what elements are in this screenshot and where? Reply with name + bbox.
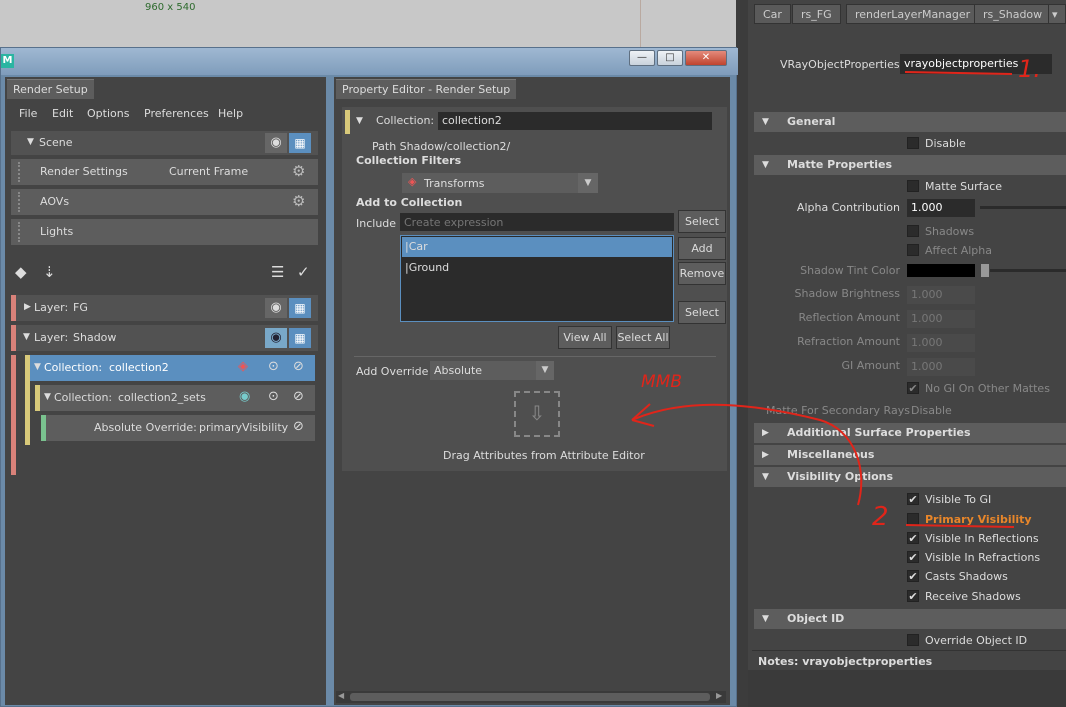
annotation-overlay	[631, 71, 1015, 528]
step-one-annotation: 1.	[1018, 55, 1041, 83]
underline-annotation	[904, 71, 1013, 75]
underline-annotation	[905, 524, 1015, 528]
step-two-annotation: 2	[872, 502, 889, 532]
drag-arrow-annotation	[631, 403, 863, 506]
mmb-annotation: MMB	[641, 372, 682, 392]
